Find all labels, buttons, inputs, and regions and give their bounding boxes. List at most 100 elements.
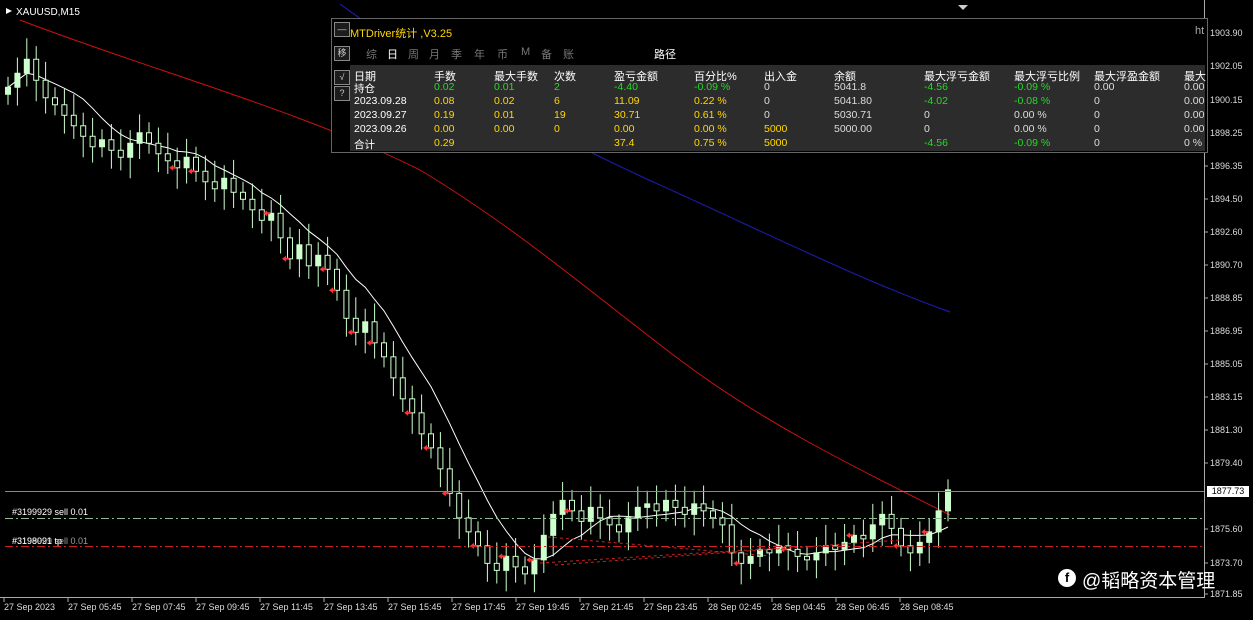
facebook-icon: f: [1058, 569, 1076, 587]
candle-body: [352, 317, 359, 333]
table-cell: 0.08: [434, 95, 455, 107]
candle-body: [512, 555, 519, 568]
tab-quarter[interactable]: 季: [451, 46, 462, 62]
tab-summary[interactable]: 综: [366, 46, 377, 62]
candle-body: [108, 139, 115, 151]
candle-body: [221, 177, 228, 190]
candle-body: [493, 562, 500, 571]
move-button[interactable]: 移: [334, 46, 350, 61]
candle-body: [625, 517, 632, 533]
candle-body: [390, 356, 397, 379]
table-cell: 0.01: [494, 109, 515, 121]
candle-body: [465, 517, 472, 533]
table-cell: -4.56: [924, 137, 948, 149]
tab-year[interactable]: 年: [474, 46, 485, 62]
candle-body: [747, 555, 754, 564]
tab-day[interactable]: 日: [387, 46, 398, 62]
candle-body: [211, 181, 218, 190]
time-tick-label: 27 Sep 07:45: [132, 602, 186, 612]
table-cell: 2023.09.26: [354, 123, 407, 135]
table-row: 合计 0.29 37.4 0.75 % 5000 -4.56 -0.09 % 0 0 %: [350, 136, 1205, 151]
price-tick-label: 1898.25: [1210, 128, 1243, 138]
time-tick-label: 28 Sep 08:45: [900, 602, 954, 612]
candle-body: [164, 153, 171, 162]
tab-magic[interactable]: M: [521, 46, 530, 58]
table-cell: 5000.00: [834, 123, 872, 135]
table-cell: 5030.71: [834, 109, 872, 121]
tab-currency[interactable]: 币: [497, 46, 508, 62]
candle-body: [127, 142, 134, 158]
candle-body: [879, 513, 886, 526]
candle-body: [916, 541, 923, 554]
time-tick-label: 27 Sep 21:45: [580, 602, 634, 612]
current-price-box: 1877.73: [1207, 486, 1249, 497]
candle-body: [334, 268, 340, 291]
table-cell: 0.00 %: [1014, 123, 1047, 135]
order-lines: [5, 491, 1204, 547]
confirm-button[interactable]: √: [334, 70, 350, 85]
candle-body: [33, 58, 40, 81]
time-tick-label: 27 Sep 23:45: [644, 602, 698, 612]
candle-body: [851, 534, 857, 543]
candle-body: [136, 132, 143, 144]
table-cell: 30.71: [614, 109, 641, 121]
table-header: 日期 手数 最大手数 次数 盈亏金额 百分比% 出入金 余额 最大浮亏金额 最大…: [350, 67, 1206, 83]
table-cell: 0: [764, 81, 770, 93]
path-label[interactable]: 路径: [654, 46, 676, 62]
table-cell: 0.00 %: [694, 123, 727, 135]
price-tick-label: 1900.15: [1210, 95, 1243, 105]
candle-body: [324, 254, 331, 270]
time-tick-label: 27 Sep 19:45: [516, 602, 570, 612]
candle-body: [728, 524, 735, 554]
tab-note[interactable]: 备: [541, 46, 552, 62]
table-cell: 2023.09.27: [354, 109, 407, 121]
candle-body: [794, 548, 801, 557]
table-cell: 5041.8: [834, 81, 867, 93]
table-cell: 6: [554, 95, 560, 107]
table-cell: 0: [764, 95, 770, 107]
price-tick-label: 1885.05: [1210, 359, 1243, 369]
time-tick-label: 27 Sep 17:45: [452, 602, 506, 612]
table-cell: 0.00: [1184, 95, 1205, 107]
order-label-sell: #3199929 sell 0.01: [12, 507, 89, 517]
time-tick-label: 28 Sep 02:45: [708, 602, 762, 612]
table-cell: 0: [1094, 123, 1100, 135]
candle-body: [418, 412, 425, 435]
candle-body: [5, 86, 11, 95]
table-cell: 0: [924, 109, 930, 121]
candle-body: [456, 492, 463, 519]
table-cell: 37.4: [614, 137, 635, 149]
candle-body: [381, 342, 387, 358]
candle-body: [475, 531, 481, 547]
help-button[interactable]: ?: [334, 86, 350, 101]
table-cell: -4.56: [924, 81, 948, 93]
candle-body: [343, 289, 350, 319]
candle-body: [804, 555, 810, 561]
candle-body: [841, 541, 848, 550]
chart-shift-icon[interactable]: [958, 5, 968, 10]
table-row: 2023.09.28 0.08 0.02 6 11.09 0.22 % 0 5041.80 -4…: [350, 94, 1205, 108]
candle-body: [146, 132, 152, 144]
table-row: 2023.09.26 0.00 0.00 0 0.00 0.00 % 5000 5000.00…: [350, 122, 1205, 136]
time-tick-label: 27 Sep 13:45: [324, 602, 378, 612]
table-cell: 0.00: [1184, 123, 1205, 135]
tab-month[interactable]: 月: [429, 46, 440, 62]
candle-body: [634, 506, 641, 519]
table-cell: 0.00 %: [1014, 109, 1047, 121]
stats-panel: — 移 √ ? MTDriver统计 ,V3.25 ht 综 日 周 月 季 年…: [331, 18, 1208, 153]
tab-week[interactable]: 周: [408, 46, 419, 62]
candle-body: [672, 499, 679, 508]
time-tick-label: 27 Sep 09:45: [196, 602, 250, 612]
table-cell: 11.09: [614, 95, 640, 107]
candle-body: [268, 212, 275, 221]
table-cell: 0.00: [1184, 109, 1205, 121]
minimize-button[interactable]: —: [334, 22, 350, 37]
table-cell: 0: [764, 109, 770, 121]
price-tick-label: 1883.15: [1210, 392, 1243, 402]
time-tick-label: 27 Sep 15:45: [388, 602, 442, 612]
candle-body: [52, 97, 58, 106]
table-cell: 0.02: [434, 81, 455, 93]
panel-title: MTDriver统计 ,V3.25: [350, 28, 453, 40]
table-cell: 0.00: [614, 123, 635, 135]
candle-body: [287, 237, 293, 260]
